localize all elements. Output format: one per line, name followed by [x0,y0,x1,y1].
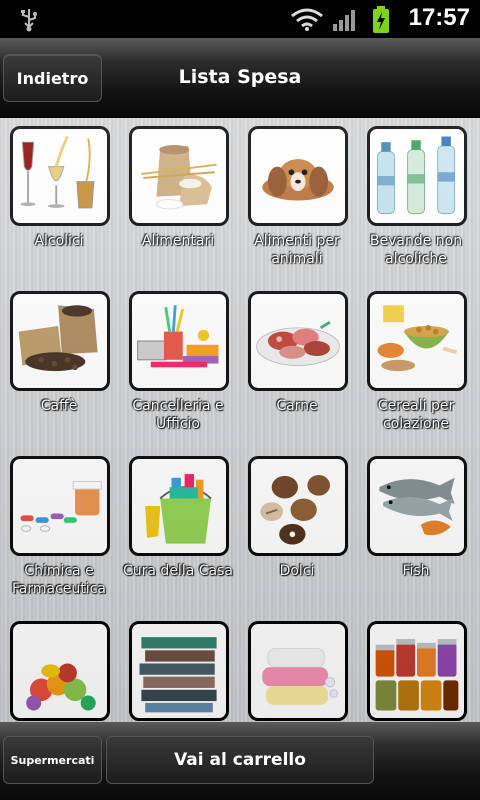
category-label: Alcolici [34,233,84,249]
category-label: Bevande non alcoliche [369,233,463,267]
category-label: Cereali per colazione [377,398,455,432]
cleaning-bucket-icon [129,456,229,556]
meat-platter-icon [248,291,348,391]
grain-sacks-icon [129,126,229,226]
stationery-icon [129,291,229,391]
bottom-bar: Supermercati Vai al carrello [0,722,480,800]
category-alimenti-per-animali[interactable]: Alimenti per animali [238,118,356,278]
category-label: Alimentari [141,233,215,249]
soap-icon [248,621,348,721]
clock: 17:57 [408,4,470,31]
category-grid: Alcolici Alimentari Alimenti per animali… [0,118,480,722]
category-books[interactable] [119,613,237,722]
category-label: Fish [402,563,430,579]
category-label: Chimica e Farmaceutica [12,563,106,597]
category-dolci[interactable]: Dolci [238,448,356,608]
fish-icon [367,456,467,556]
cereal-bowl-icon [367,291,467,391]
category-cura-della-casa[interactable]: Cura della Casa [119,448,237,608]
category-cancelleria-e-ufficio[interactable]: Cancelleria e Ufficio [119,283,237,443]
header: Indietro Lista Spesa [0,38,480,118]
category-fruit[interactable] [0,613,118,722]
fruit-icon [10,621,110,721]
puppy-icon [248,126,348,226]
category-label: Cura della Casa [123,563,233,579]
pills-icon [10,456,110,556]
page-title: Lista Spesa [178,66,302,88]
category-bevande-non-alcoliche[interactable]: Bevande non alcoliche [357,118,475,278]
jars-icon [367,621,467,721]
category-cereali-per-colazione[interactable]: Cereali per colazione [357,283,475,443]
category-jars[interactable] [357,613,475,722]
category-alimentari[interactable]: Alimentari [119,118,237,278]
supermarkets-button[interactable]: Supermercati [3,736,102,784]
signal-icon [332,8,358,36]
category-label: Caffè [40,398,78,414]
category-soap[interactable] [238,613,356,722]
category-alcolici[interactable]: Alcolici [0,118,118,278]
status-bar: 17:57 [0,0,480,38]
wifi-icon [290,8,324,36]
category-label: Cancelleria e Ufficio [132,398,224,432]
wine-glasses-icon [10,126,110,226]
go-to-cart-button[interactable]: Vai al carrello [106,736,374,784]
usb-icon [16,7,42,37]
category-label: Carne [276,398,318,414]
category-chimica-e-farmaceutica[interactable]: Chimica e Farmaceutica [0,448,118,608]
category-label: Alimenti per animali [254,233,340,267]
battery-charging-icon [372,6,390,38]
chocolates-icon [248,456,348,556]
category-fish[interactable]: Fish [357,448,475,608]
category-label: Dolci [279,563,315,579]
coffee-beans-icon [10,291,110,391]
books-icon [129,621,229,721]
category-carne[interactable]: Carne [238,283,356,443]
water-bottles-icon [367,126,467,226]
category-caffe[interactable]: Caffè [0,283,118,443]
